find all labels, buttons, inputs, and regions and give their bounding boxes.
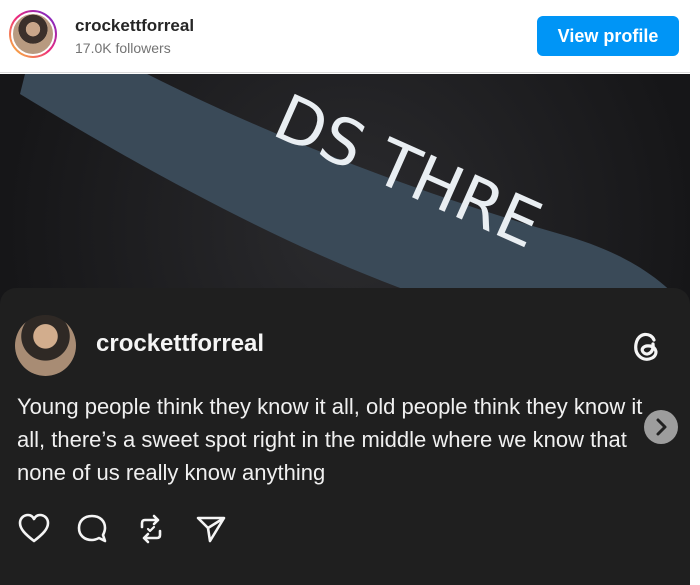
next-button[interactable]	[644, 410, 678, 444]
page-edge	[690, 0, 700, 585]
follower-count: 17.0K followers	[75, 40, 171, 56]
post-text: Young people think they know it all, old…	[17, 394, 643, 485]
heart-icon[interactable]	[17, 512, 51, 546]
repost-icon[interactable]	[134, 512, 168, 546]
header-avatar[interactable]	[9, 10, 57, 58]
post-avatar[interactable]	[15, 315, 76, 376]
view-profile-button[interactable]: View profile	[537, 16, 679, 56]
header-username[interactable]: crockettforreal	[75, 16, 194, 36]
threads-logo-icon[interactable]	[628, 328, 664, 364]
send-icon[interactable]	[194, 512, 228, 546]
embed-header: crockettforreal 17.0K followers View pro…	[0, 0, 700, 73]
comment-icon[interactable]	[75, 512, 109, 546]
post-username[interactable]: crockettforreal	[96, 330, 264, 358]
threads-post-card[interactable]: crockettforreal Young people think they …	[0, 288, 690, 585]
chevron-right-icon	[656, 418, 667, 436]
